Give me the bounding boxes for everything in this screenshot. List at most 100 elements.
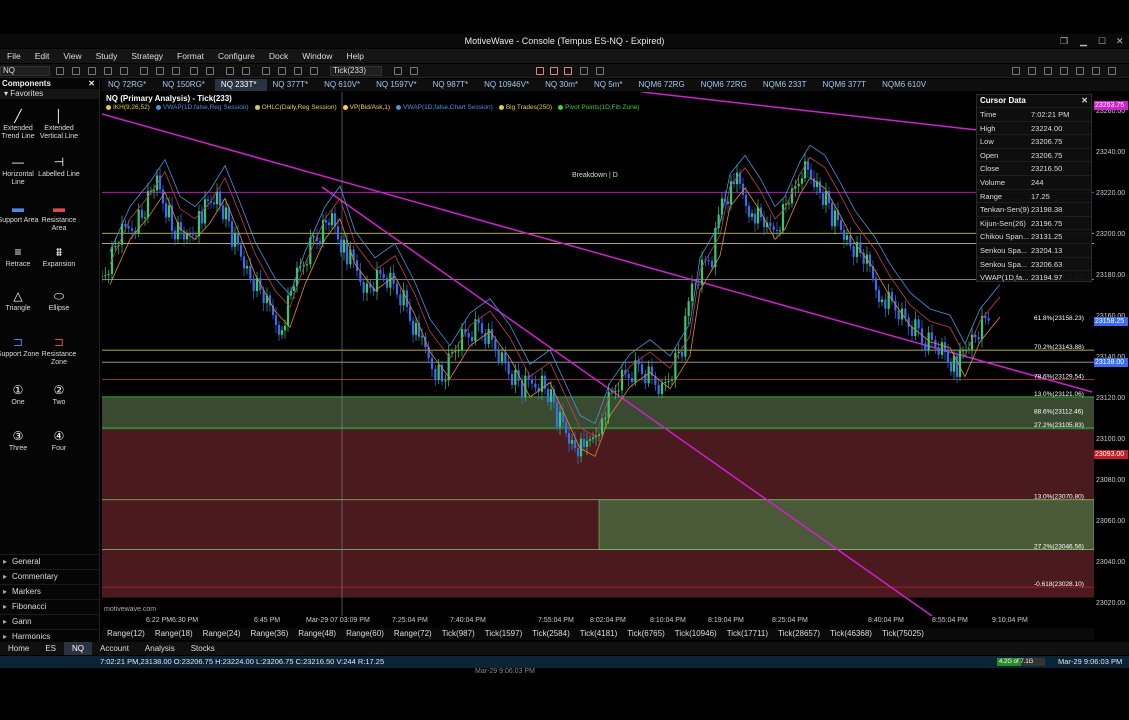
menu-dock[interactable]: Dock <box>262 49 295 63</box>
chart-tab[interactable]: NQM6 377T <box>816 79 876 91</box>
category-gann[interactable]: Gann <box>0 614 100 629</box>
gear-icon[interactable] <box>1108 67 1116 75</box>
bar-size-up-icon[interactable] <box>394 67 402 75</box>
tool-ellipse[interactable]: ⬭ Ellipse <box>36 289 82 313</box>
chart-tab[interactable]: NQM6 72RG <box>632 79 694 91</box>
order-icon[interactable] <box>564 67 572 75</box>
bar-size-shortcut[interactable]: Tick(987) <box>437 628 480 640</box>
bar-size-shortcut[interactable]: Tick(1597) <box>480 628 528 640</box>
tool-resistance-zone[interactable]: ⊐ Resistance Zone <box>36 335 82 367</box>
study-item[interactable]: VWAP(1D,false,Chart Session) <box>396 104 493 111</box>
cursor-icon[interactable] <box>242 67 250 75</box>
menu-file[interactable]: File <box>0 49 28 63</box>
tool-wave-one[interactable]: ① One <box>0 383 40 407</box>
tool-horizontal-line[interactable]: — Horizontal Line <box>0 155 40 187</box>
close-panel-icon[interactable]: ✕ <box>88 79 95 89</box>
bar-size-shortcut[interactable]: Tick(10946) <box>670 628 722 640</box>
close-icon[interactable]: ✕ <box>1081 95 1088 107</box>
tool-support-zone[interactable]: ⊐ Support Zone <box>0 335 40 359</box>
text-tool-icon[interactable] <box>278 67 286 75</box>
bar-size-shortcut[interactable]: Tick(2584) <box>527 628 575 640</box>
bar-size-shortcut[interactable]: Tick(4181) <box>575 628 623 640</box>
bar-size-shortcut[interactable]: Range(48) <box>293 628 341 640</box>
replay-icon[interactable] <box>550 67 558 75</box>
workspace-tab-es[interactable]: ES <box>37 642 64 655</box>
zoom-in-icon[interactable] <box>226 67 234 75</box>
tool-support-area[interactable]: ▬ Support Area <box>0 201 40 225</box>
camera-icon[interactable] <box>140 67 148 75</box>
price-chart[interactable]: 50.0%(23178.38)61.8%(23158.23)70.2%(2314… <box>102 92 1094 616</box>
study-item[interactable]: Big Trades(250) <box>498 104 552 111</box>
measure-icon[interactable] <box>294 67 302 75</box>
chart-tab[interactable]: NQ 10946V* <box>478 79 539 91</box>
favorites-section[interactable]: ▾ Favorites <box>0 89 99 99</box>
workspace-tab-account[interactable]: Account <box>92 642 137 655</box>
redo-icon[interactable] <box>172 67 180 75</box>
bar-size-shortcut[interactable]: Tick(46368) <box>825 628 877 640</box>
breakdown-annotation[interactable]: Breakdown | D <box>572 172 618 179</box>
bar-size-shortcut[interactable]: Tick(75025) <box>877 628 929 640</box>
bar-size-shortcut[interactable]: Tick(17711) <box>722 628 773 640</box>
tool-retrace[interactable]: ≡ Retrace <box>0 245 40 269</box>
study-item[interactable]: OHLC(Daily,Reg Session) <box>254 104 337 111</box>
workspace-tab-analysis[interactable]: Analysis <box>137 642 183 655</box>
tool-labelled-line[interactable]: ⊣ Labelled Line <box>36 155 82 179</box>
category-fibonacci[interactable]: Fibonacci <box>0 599 100 614</box>
workspace-tab-nq[interactable]: NQ <box>64 642 93 655</box>
bar-size-shortcut[interactable]: Range(18) <box>150 628 198 640</box>
crosshair-icon[interactable] <box>262 67 270 75</box>
category-markers[interactable]: Markers <box>0 584 100 599</box>
chart-tab[interactable]: NQ 30m* <box>539 79 588 91</box>
bar-size-shortcut[interactable]: Tick(28657) <box>773 628 825 640</box>
bar-size-shortcut[interactable]: Range(72) <box>389 628 437 640</box>
search-icon[interactable] <box>56 67 64 75</box>
link-icon[interactable] <box>580 67 588 75</box>
tool-triangle[interactable]: △ Triangle <box>0 289 40 313</box>
tool-wave-two[interactable]: ② Two <box>36 383 82 407</box>
workspace-tab-stocks[interactable]: Stocks <box>183 642 223 655</box>
category-harmonics[interactable]: Harmonics <box>0 629 100 644</box>
study-item[interactable]: IKH(9,26,52) <box>106 104 150 111</box>
tool-extended-vertical-line[interactable]: │ Extended Vertical Line <box>36 109 82 141</box>
bar-size-shortcut[interactable]: Tick(6765) <box>622 628 670 640</box>
workspace-tab-home[interactable]: Home <box>0 642 37 655</box>
minimize-icon[interactable]: ▁ <box>1080 34 1087 48</box>
menu-strategy[interactable]: Strategy <box>124 49 170 63</box>
cut-icon[interactable] <box>120 67 128 75</box>
chart-canvas[interactable]: 50.0%(23178.38)61.8%(23158.23)70.2%(2314… <box>102 92 1094 616</box>
time-axis[interactable]: 6:22 PM 6:30 PM 6:45 PM Mar-29 07 03:09 PM 7… <box>102 616 1094 628</box>
layout-icon[interactable] <box>1028 67 1036 75</box>
draw-icon[interactable] <box>310 67 318 75</box>
chart-tab[interactable]: NQM6 610V <box>876 79 936 91</box>
restore-icon[interactable]: ❐ <box>1060 34 1068 48</box>
grid-icon[interactable] <box>206 67 214 75</box>
menu-configure[interactable]: Configure <box>211 49 262 63</box>
bar-size-shortcut[interactable]: Range(24) <box>198 628 246 640</box>
menu-edit[interactable]: Edit <box>28 49 57 63</box>
menu-format[interactable]: Format <box>170 49 211 63</box>
menu-help[interactable]: Help <box>339 49 370 63</box>
category-commentary[interactable]: Commentary <box>0 569 100 584</box>
chart-tab[interactable]: NQ 5m* <box>588 79 632 91</box>
chart-tab[interactable]: NQ 610V* <box>318 79 370 91</box>
bar-size-selector[interactable]: Tick(233) <box>330 66 382 76</box>
menu-window[interactable]: Window <box>295 49 339 63</box>
close-window-icon[interactable]: ✕ <box>1116 34 1124 48</box>
maximize-icon[interactable]: ☐ <box>1098 34 1106 48</box>
study-item[interactable]: VWAP(1D,false,Reg Session) <box>155 104 249 111</box>
tools-icon[interactable] <box>1076 67 1084 75</box>
palette-icon[interactable] <box>596 67 604 75</box>
study-item[interactable]: VP(Bid/Ask,1) <box>342 104 390 111</box>
settings-icon[interactable] <box>190 67 198 75</box>
tool-extended-trend-line[interactable]: ╱ Extended Trend Line <box>0 109 40 141</box>
refresh-icon[interactable] <box>1092 67 1100 75</box>
chart-tab[interactable]: NQM6 72RG <box>695 79 757 91</box>
dock-icon[interactable] <box>1012 67 1020 75</box>
chart-tab[interactable]: NQ 233T* <box>214 79 267 91</box>
chart-tab[interactable]: NQ 377T* <box>267 79 319 91</box>
tool-expansion[interactable]: ⩩ Expansion <box>36 245 82 269</box>
bar-size-down-icon[interactable] <box>410 67 418 75</box>
bell-icon[interactable] <box>1044 67 1052 75</box>
category-general[interactable]: General <box>0 554 100 569</box>
tool-resistance-area[interactable]: ▬ Resistance Area <box>36 201 82 233</box>
